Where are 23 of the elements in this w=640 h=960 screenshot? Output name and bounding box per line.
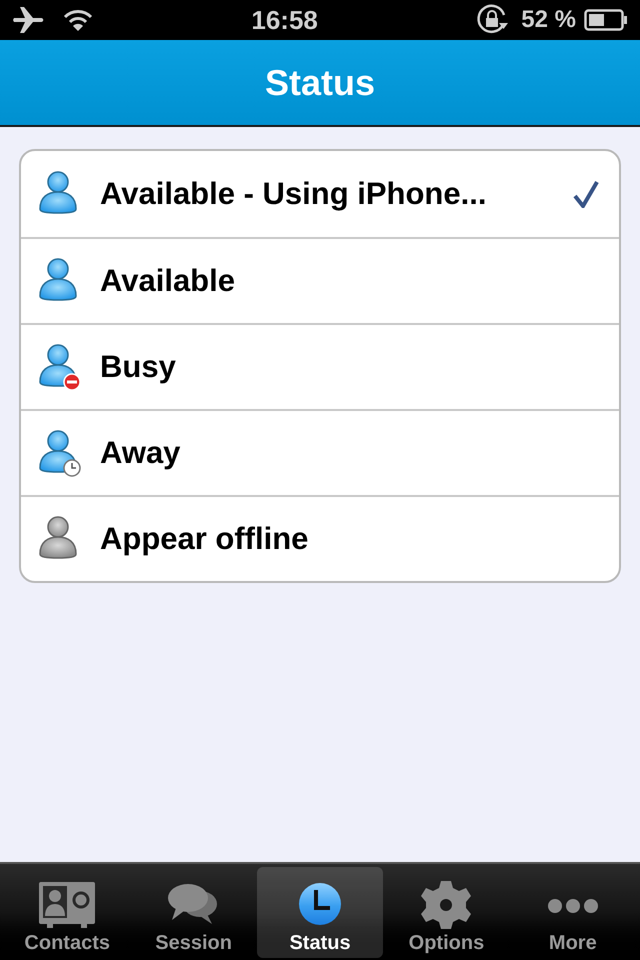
status-label: Busy	[100, 348, 177, 386]
clock-time: 16:58	[251, 4, 318, 36]
status-row[interactable]: Appear offline	[21, 495, 619, 581]
status-label: Away	[100, 434, 182, 472]
status-label: Appear offline	[100, 520, 310, 558]
status-label: Available - Using iPhone...	[100, 174, 488, 213]
battery-percentage: 52 %	[521, 5, 576, 35]
wifi-icon	[62, 8, 94, 32]
status-row[interactable]: Available - Using iPhone...	[21, 151, 619, 237]
tab-bar-item[interactable]: Session	[130, 867, 257, 958]
status-label: Available	[100, 262, 236, 300]
status-row[interactable]: Away	[21, 409, 619, 495]
status-row[interactable]: Busy	[21, 323, 619, 409]
airplane-icon	[12, 5, 46, 35]
tab-bar-item[interactable]: Contacts	[4, 867, 130, 958]
battery-icon	[584, 9, 628, 31]
tab-bar-item[interactable]: More	[510, 867, 636, 958]
tab-bar-item[interactable]: Status	[256, 867, 384, 958]
tab-bar-item[interactable]: Options	[383, 867, 510, 958]
checkmark-icon	[573, 180, 599, 208]
more-icon	[546, 898, 599, 914]
screen-title: Status	[264, 60, 376, 104]
status-row[interactable]: Available	[21, 237, 619, 323]
